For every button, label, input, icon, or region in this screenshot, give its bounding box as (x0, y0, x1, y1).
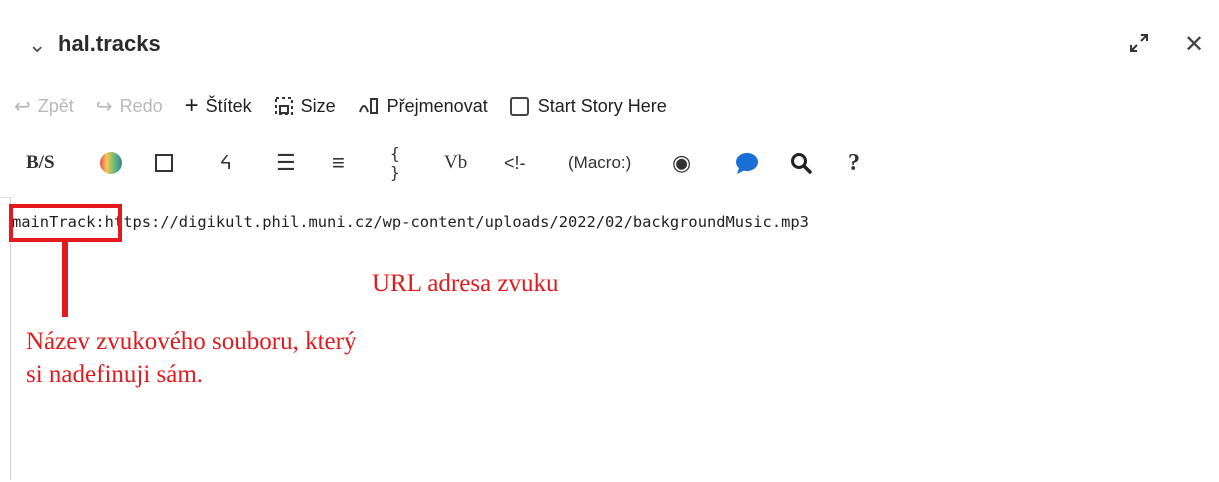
redo-label: Redo (119, 95, 163, 116)
undo-label: Zpět (37, 95, 74, 116)
size-icon (274, 97, 293, 115)
comment-bubble-icon[interactable] (734, 146, 760, 180)
link-icon[interactable]: ᔦ (220, 146, 232, 180)
checkbox-box[interactable] (509, 96, 529, 116)
edit-toolbar: ↩ Zpět ↪ Redo + Štítek Size Přejmenovat … (14, 92, 689, 120)
bold-strike-icon[interactable]: B/S (26, 146, 55, 180)
passage-title: hal.tracks (58, 31, 161, 56)
code-button[interactable]: { } (390, 144, 400, 182)
list-icon[interactable]: ☰ (276, 146, 296, 180)
color-picker-icon[interactable] (98, 146, 124, 180)
comment-button[interactable]: <!- (504, 146, 526, 180)
align-box-icon[interactable] (154, 146, 174, 180)
rename-icon (358, 98, 378, 114)
expand-icon[interactable] (1128, 32, 1150, 54)
name-annotation-line1: Název zvukového souboru, který (26, 328, 357, 355)
undo-button[interactable]: ↩ Zpět (14, 94, 74, 119)
close-icon[interactable]: ✕ (1184, 30, 1204, 59)
highlight-box (9, 204, 122, 242)
size-button[interactable]: Size (274, 96, 336, 117)
rename-button[interactable]: Přejmenovat (358, 96, 488, 117)
tag-label: Štítek (205, 95, 252, 116)
passage-header: ⌄ hal.tracks ✕ (0, 0, 1219, 92)
annotation-pointer-line (62, 242, 68, 317)
size-label: Size (300, 95, 336, 116)
collapse-chevron-icon[interactable]: ⌄ (28, 32, 46, 58)
redo-icon: ↪ (95, 95, 113, 118)
add-tag-button[interactable]: + Štítek (185, 92, 252, 120)
passage-text-editor[interactable]: mainTrack:https://digikult.phil.muni.cz/… (12, 213, 809, 231)
center-align-icon[interactable]: ≡ (332, 146, 345, 180)
help-button[interactable]: ? (848, 146, 860, 180)
start-story-checkbox[interactable]: Start Story Here (509, 95, 667, 117)
plus-icon: + (184, 92, 199, 119)
undo-icon: ↩ (14, 95, 31, 118)
eye-icon[interactable]: ◉ (672, 146, 691, 180)
track-url-text: https://digikult.phil.muni.cz/wp-content… (104, 213, 809, 231)
search-icon[interactable] (790, 146, 812, 180)
verbatim-button[interactable]: Vb (444, 146, 467, 180)
url-annotation-label: URL adresa zvuku (372, 270, 559, 297)
redo-button[interactable]: ↪ Redo (96, 94, 163, 119)
macro-button[interactable]: (Macro:) (568, 146, 631, 180)
start-story-label: Start Story Here (537, 95, 667, 116)
rename-label: Přejmenovat (386, 95, 488, 116)
name-annotation-line2: si nadefinuji sám. (26, 361, 204, 388)
